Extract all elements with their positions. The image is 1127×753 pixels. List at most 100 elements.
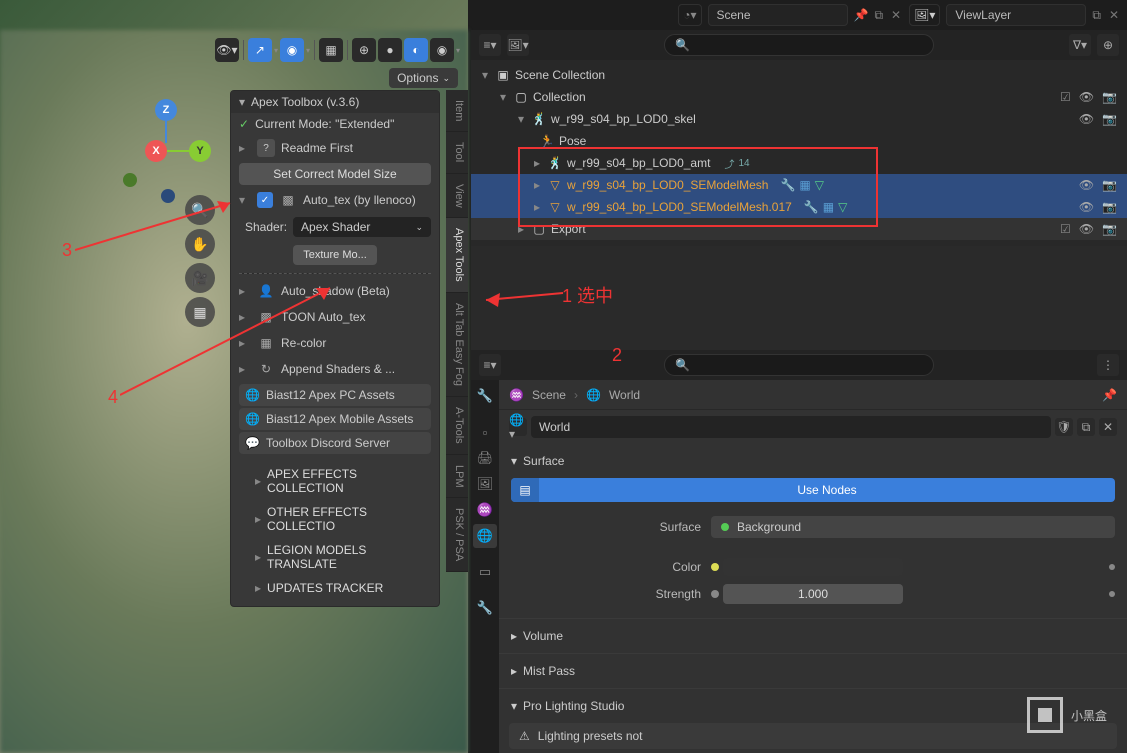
viewlayer-selector[interactable]: 🖼▾	[909, 4, 940, 26]
tab-psk-psa[interactable]: PSK / PSA	[446, 498, 468, 572]
toon-autotex-row[interactable]: ▩TOON Auto_tex	[231, 304, 439, 330]
close-icon[interactable]: ✕	[1099, 418, 1117, 436]
auto-shadow-row[interactable]: 👤Auto_shadow (Beta)	[231, 278, 439, 304]
tab-a-tools[interactable]: A-Tools	[446, 397, 468, 455]
zoom-button[interactable]: 🔍	[185, 195, 215, 225]
autotex-row[interactable]: ✓ ▩ Auto_tex (by llenoco)	[231, 187, 439, 213]
shader-dropdown[interactable]: Apex Shader⌄	[293, 217, 431, 237]
skel-row[interactable]: 🕺w_r99_s04_bp_LOD0_skel 👁📷	[471, 108, 1127, 130]
readme-row[interactable]: ? Readme First	[231, 135, 439, 161]
options-dropdown[interactable]: Options⌄	[389, 68, 458, 88]
other-effects-section[interactable]: OTHER EFFECTS COLLECTIO	[231, 500, 439, 538]
outliner-search[interactable]: 🔍	[664, 34, 934, 56]
editor-type-dropdown[interactable]: ≡▾	[479, 354, 501, 376]
strength-field[interactable]: 1.000	[723, 584, 903, 604]
apex-effects-section[interactable]: APEX EFFECTS COLLECTION	[231, 462, 439, 500]
xray-toggle[interactable]: ▦	[319, 38, 343, 62]
new-collection-button[interactable]: ⊕	[1097, 34, 1119, 56]
autotex-checkbox[interactable]: ✓	[257, 192, 273, 208]
filter-button[interactable]: ∇▾	[1069, 34, 1091, 56]
surface-section-header[interactable]: Surface	[511, 450, 1115, 472]
checkbox-icon[interactable]: ☑	[1060, 222, 1071, 236]
overlay-toggle[interactable]: ◉	[280, 38, 304, 62]
eye-icon[interactable]: 👁	[1079, 112, 1094, 126]
panel-header[interactable]: Apex Toolbox (v.3.6)	[231, 91, 439, 113]
tab-apex-tools[interactable]: Apex Tools	[446, 218, 468, 293]
discord-link[interactable]: 💬Toolbox Discord Server	[239, 432, 431, 454]
legion-translate-section[interactable]: LEGION MODELS TRANSLATE	[231, 538, 439, 576]
pin-icon[interactable]: 📌	[854, 8, 869, 22]
camera-icon[interactable]: 📷	[1102, 112, 1117, 126]
tab-item[interactable]: Item	[446, 90, 468, 132]
set-size-button[interactable]: Set Correct Model Size	[239, 163, 431, 185]
shading-rendered[interactable]: ◉	[430, 38, 454, 62]
shading-wireframe[interactable]: ⊕	[352, 38, 376, 62]
eye-icon[interactable]: 👁	[1079, 90, 1094, 104]
tab-lpm[interactable]: LPM	[446, 455, 468, 499]
viewlayer-tab[interactable]: 🖼	[473, 472, 497, 496]
object-tab[interactable]: ▭	[473, 560, 497, 584]
export-row[interactable]: ▢Export ☑👁📷	[471, 218, 1127, 240]
camera-icon[interactable]: 📷	[1102, 200, 1117, 214]
updates-tracker-section[interactable]: UPDATES TRACKER	[231, 576, 439, 600]
mobile-assets-link[interactable]: 🌐Biast12 Apex Mobile Assets	[239, 408, 431, 430]
close-icon[interactable]: ✕	[1109, 8, 1119, 22]
display-mode-dropdown[interactable]: 🖼▾	[507, 34, 529, 56]
shading-solid[interactable]: ●	[378, 38, 402, 62]
scene-tab[interactable]: ♒	[473, 498, 497, 522]
gizmo-toggle[interactable]: ↗	[248, 38, 272, 62]
shield-icon[interactable]: 🛡	[1055, 418, 1073, 436]
pc-assets-link[interactable]: 🌐Biast12 Apex PC Assets	[239, 384, 431, 406]
copy-icon[interactable]: ⧉	[1092, 8, 1101, 23]
perspective-button[interactable]: ▦	[185, 297, 215, 327]
texture-model-button[interactable]: Texture Mo...	[293, 245, 377, 265]
tab-easy-fog[interactable]: Alt Tab Easy Fog	[446, 293, 468, 397]
tool-tab[interactable]: 🔧	[473, 384, 497, 408]
pro-lighting-header[interactable]: Pro Lighting Studio	[511, 695, 1115, 717]
tab-view[interactable]: View	[446, 174, 468, 219]
mesh2-row[interactable]: ▽w_r99_s04_bp_LOD0_SEModelMesh.017 🔧▦▽ 👁…	[471, 196, 1127, 218]
viewlayer-name-field[interactable]: ViewLayer	[946, 4, 1086, 26]
camera-icon[interactable]: 📷	[1102, 178, 1117, 192]
eye-icon[interactable]: 👁	[1079, 178, 1094, 192]
visibility-dropdown[interactable]: 👁▾	[215, 38, 239, 62]
color-swatch[interactable]	[723, 558, 903, 576]
background-field[interactable]: Background	[711, 516, 1115, 538]
shading-material[interactable]: ◐	[404, 38, 428, 62]
eye-icon[interactable]: 👁	[1079, 222, 1094, 236]
render-tab[interactable]: ▫	[473, 420, 497, 444]
pose-row[interactable]: 🏃Pose	[471, 130, 1127, 152]
world-name-field[interactable]: World	[531, 416, 1051, 438]
camera-button[interactable]: 🎥	[185, 263, 215, 293]
properties-search[interactable]: 🔍	[664, 354, 934, 376]
output-tab[interactable]: 🖨	[473, 446, 497, 470]
scene-collection-row[interactable]: ▣Scene Collection	[471, 64, 1127, 86]
modifiers-tab[interactable]: 🔧	[473, 596, 497, 620]
collection-row[interactable]: ▢Collection ☑👁📷	[471, 86, 1127, 108]
copy-icon[interactable]: ⧉	[874, 8, 883, 23]
volume-section-header[interactable]: Volume	[511, 625, 1115, 647]
pin-icon[interactable]: 📌	[1102, 388, 1117, 402]
editor-type-dropdown[interactable]: ≡▾	[479, 34, 501, 56]
pan-button[interactable]: ✋	[185, 229, 215, 259]
gizmo-y[interactable]: Y	[189, 140, 211, 162]
amt-row[interactable]: 🕺w_r99_s04_bp_LOD0_amt ⤴14	[471, 152, 1127, 174]
gizmo-x[interactable]: X	[145, 140, 167, 162]
close-icon[interactable]: ✕	[891, 8, 901, 22]
world-browse[interactable]: 🌐▾	[509, 418, 527, 436]
world-tab[interactable]: 🌐	[473, 524, 497, 548]
mesh1-row[interactable]: ▽w_r99_s04_bp_LOD0_SEModelMesh 🔧▦▽ 👁📷	[471, 174, 1127, 196]
nav-gizmo[interactable]: Z X Y	[125, 105, 215, 195]
mist-section-header[interactable]: Mist Pass	[511, 660, 1115, 682]
gizmo-z[interactable]: Z	[155, 99, 177, 121]
use-nodes-button[interactable]: ▤ Use Nodes	[511, 478, 1115, 502]
append-shaders-row[interactable]: ↻Append Shaders & ...	[231, 356, 439, 382]
scene-name-field[interactable]: Scene	[708, 4, 848, 26]
eye-icon[interactable]: 👁	[1079, 200, 1094, 214]
recolor-row[interactable]: ▦Re-color	[231, 330, 439, 356]
camera-icon[interactable]: 📷	[1102, 222, 1117, 236]
copy-icon[interactable]: ⧉	[1077, 418, 1095, 436]
checkbox-icon[interactable]: ☑	[1060, 90, 1071, 104]
options-icon[interactable]: ⋮	[1097, 354, 1119, 376]
scene-selector[interactable]: ◔▾	[678, 4, 701, 26]
